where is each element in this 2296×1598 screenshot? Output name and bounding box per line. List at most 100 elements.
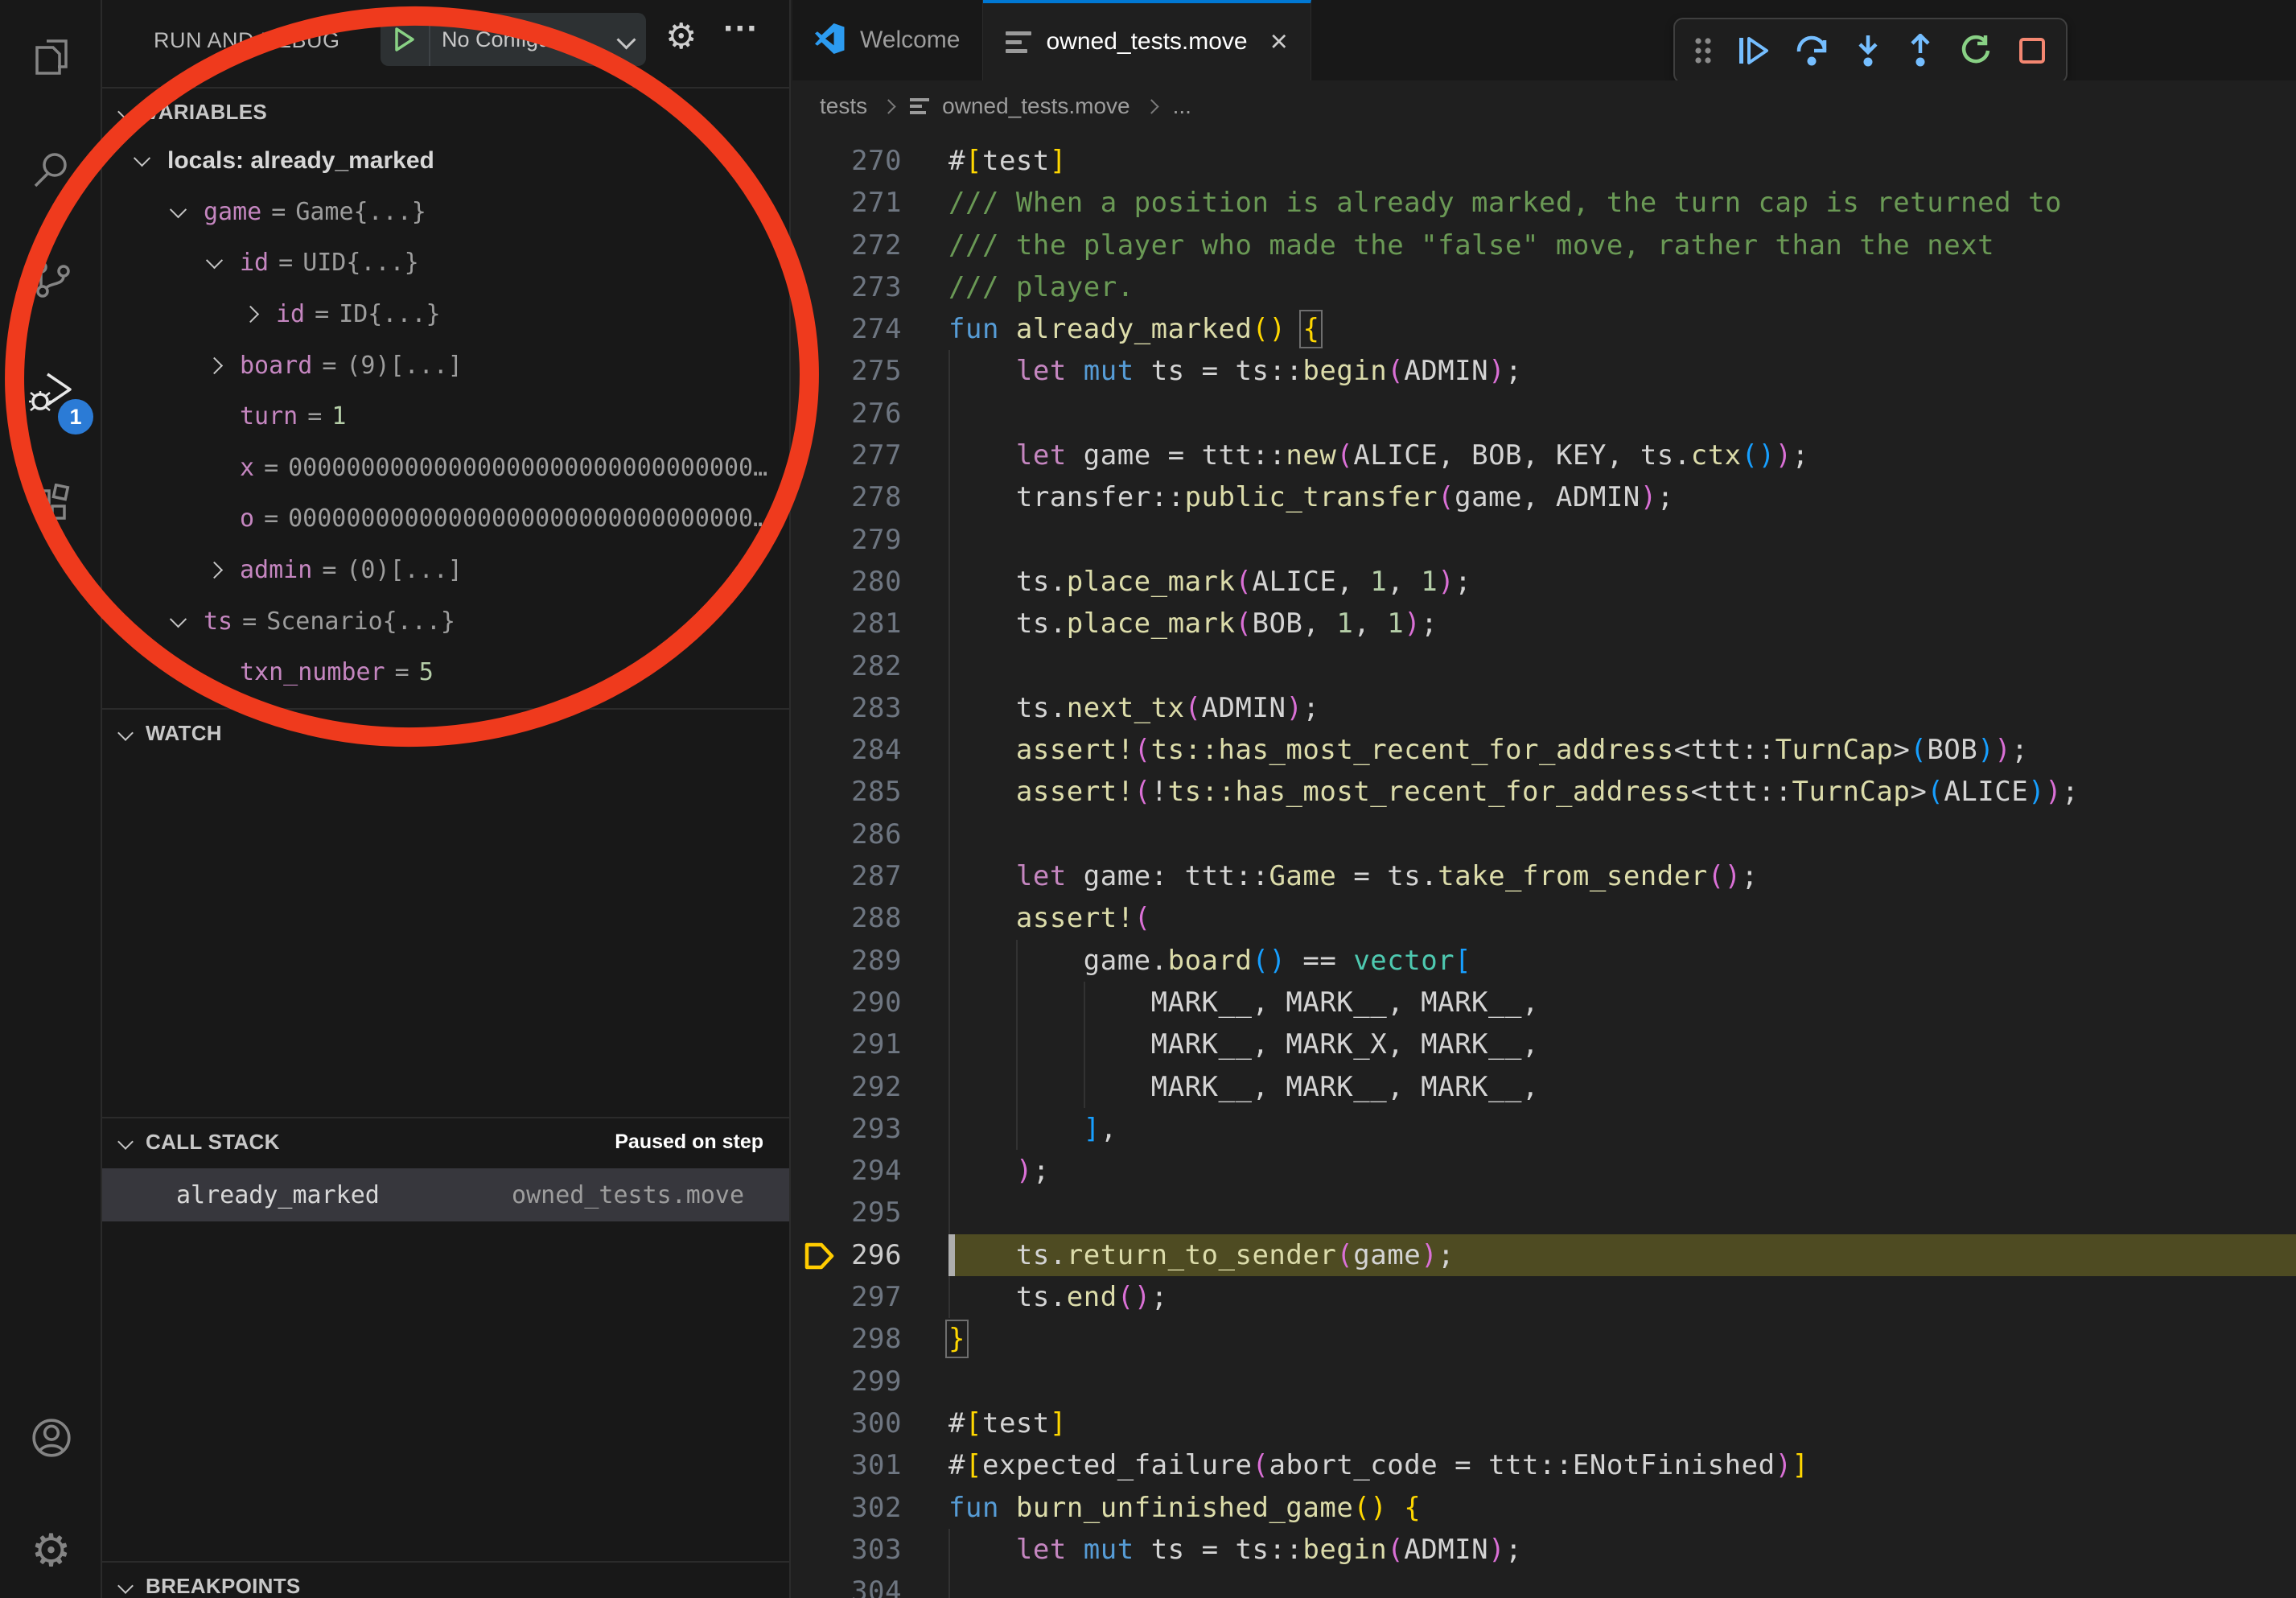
code-line-292[interactable]: 292 MARK__, MARK__, MARK__, [792, 1066, 2296, 1108]
line-number[interactable]: 273 [792, 266, 948, 308]
line-content[interactable]: let mut ts = ts::begin(ADMIN); [948, 1529, 2296, 1571]
chevron-down-icon[interactable] [134, 150, 150, 167]
code-line-301[interactable]: 301#[expected_failure(abort_code = ttt::… [792, 1444, 2296, 1486]
extensions-button[interactable] [0, 462, 102, 550]
line-number[interactable]: 289 [792, 940, 948, 982]
line-number[interactable]: 286 [792, 813, 948, 855]
chevron-down-icon[interactable] [206, 253, 223, 270]
line-content[interactable]: ts.return_to_sender(game); [948, 1234, 2296, 1276]
line-content[interactable]: let mut ts = ts::begin(ADMIN); [948, 350, 2296, 392]
code-line-298[interactable]: 298} [792, 1318, 2296, 1360]
code-line-285[interactable]: 285 assert!(!ts::has_most_recent_for_add… [792, 771, 2296, 813]
close-icon[interactable]: × [1270, 25, 1288, 60]
line-number[interactable]: 270 [792, 140, 948, 182]
code-line-295[interactable]: 295 [792, 1192, 2296, 1234]
line-content[interactable] [948, 519, 2296, 561]
line-content[interactable]: ts.place_mark(BOB, 1, 1); [948, 603, 2296, 645]
breadcrumb-item-tests[interactable]: tests [820, 93, 867, 119]
step-out-icon[interactable] [1906, 34, 1935, 68]
variable-row-x[interactable]: x=00000000000000000000000000000000… [102, 443, 789, 494]
line-number[interactable]: 297 [792, 1276, 948, 1318]
code-line-271[interactable]: 271/// When a position is already marked… [792, 182, 2296, 224]
tab-owned-tests-move[interactable]: owned_tests.move × [983, 0, 1311, 80]
start-debugging-icon[interactable] [381, 13, 430, 66]
code-line-283[interactable]: 283 ts.next_tx(ADMIN); [792, 687, 2296, 729]
line-number[interactable]: 304 [792, 1571, 948, 1598]
call-stack-section-header[interactable]: CALL STACK Paused on step [102, 1117, 789, 1165]
code-line-279[interactable]: 279 [792, 519, 2296, 561]
code-line-273[interactable]: 273/// player. [792, 266, 2296, 308]
code-line-275[interactable]: 275 let mut ts = ts::begin(ADMIN); [792, 350, 2296, 392]
line-content[interactable]: } [948, 1318, 2296, 1360]
line-content[interactable]: fun already_marked() { [948, 308, 2296, 350]
line-number[interactable]: 282 [792, 645, 948, 687]
step-into-icon[interactable] [1854, 34, 1882, 68]
line-content[interactable]: let game = ttt::new(ALICE, BOB, KEY, ts.… [948, 435, 2296, 476]
code-line-299[interactable]: 299 [792, 1361, 2296, 1402]
line-number[interactable]: 275 [792, 350, 948, 392]
variable-row-txn_number[interactable]: txn_number=5 [102, 647, 789, 698]
line-number[interactable]: 291 [792, 1023, 948, 1065]
line-content[interactable] [948, 1361, 2296, 1402]
debug-settings-gear-icon[interactable]: ⚙ [665, 19, 697, 55]
stop-icon[interactable] [2016, 35, 2048, 67]
line-number[interactable]: 294 [792, 1150, 948, 1192]
code-line-276[interactable]: 276 [792, 393, 2296, 435]
line-content[interactable]: ); [948, 1150, 2296, 1192]
variable-row-id[interactable]: id=UID{...} [102, 237, 789, 289]
chevron-right-icon[interactable] [242, 306, 259, 323]
line-number[interactable]: 288 [792, 897, 948, 939]
line-number[interactable]: 281 [792, 603, 948, 645]
breadcrumb-item-file[interactable]: owned_tests.move [942, 93, 1129, 119]
line-number[interactable]: 277 [792, 435, 948, 476]
line-number[interactable]: 278 [792, 476, 948, 518]
variable-row-o[interactable]: o=00000000000000000000000000000000… [102, 493, 789, 545]
variable-row-board[interactable]: board=(9)[...] [102, 340, 789, 391]
line-content[interactable] [948, 645, 2296, 687]
breakpoints-section-header[interactable]: BREAKPOINTS [102, 1561, 789, 1598]
code-line-303[interactable]: 303 let mut ts = ts::begin(ADMIN); [792, 1529, 2296, 1571]
line-number[interactable]: 285 [792, 771, 948, 813]
line-content[interactable]: MARK__, MARK_X, MARK__, [948, 1023, 2296, 1065]
run-and-debug-button[interactable]: 1 [0, 351, 102, 439]
step-over-icon[interactable] [1795, 34, 1830, 68]
code-line-296[interactable]: 296 ts.return_to_sender(game); [792, 1234, 2296, 1276]
code-line-274[interactable]: 274fun already_marked() { [792, 308, 2296, 350]
line-content[interactable]: #[test] [948, 1402, 2296, 1444]
line-number[interactable]: 296 [792, 1234, 948, 1276]
line-content[interactable]: ts.place_mark(ALICE, 1, 1); [948, 561, 2296, 603]
line-content[interactable]: assert!(ts::has_most_recent_for_address<… [948, 729, 2296, 771]
line-number[interactable]: 280 [792, 561, 948, 603]
chevron-down-icon[interactable] [170, 201, 187, 218]
accounts-button[interactable] [0, 1395, 102, 1484]
line-content[interactable] [948, 1571, 2296, 1598]
code-line-280[interactable]: 280 ts.place_mark(ALICE, 1, 1); [792, 561, 2296, 603]
line-content[interactable]: #[test] [948, 140, 2296, 182]
search-button[interactable] [0, 127, 102, 216]
explorer-button[interactable] [0, 14, 102, 103]
line-content[interactable]: MARK__, MARK__, MARK__, [948, 982, 2296, 1023]
line-number[interactable]: 301 [792, 1444, 948, 1486]
line-content[interactable]: /// the player who made the "false" move… [948, 224, 2296, 266]
line-number[interactable]: 300 [792, 1402, 948, 1444]
code-line-272[interactable]: 272/// the player who made the "false" m… [792, 224, 2296, 266]
line-number[interactable]: 272 [792, 224, 948, 266]
variable-row-id[interactable]: id=ID{...} [102, 289, 789, 340]
variables-section-header[interactable]: VARIABLES [102, 87, 789, 135]
code-line-289[interactable]: 289 game.board() == vector[ [792, 940, 2296, 982]
line-content[interactable]: ts.end(); [948, 1276, 2296, 1318]
breadcrumb-item-symbol[interactable]: ... [1173, 93, 1191, 119]
variable-row-ts[interactable]: ts=Scenario{...} [102, 595, 789, 647]
code-line-294[interactable]: 294 ); [792, 1150, 2296, 1192]
code-line-291[interactable]: 291 MARK__, MARK_X, MARK__, [792, 1023, 2296, 1065]
code-line-284[interactable]: 284 assert!(ts::has_most_recent_for_addr… [792, 729, 2296, 771]
line-number[interactable]: 302 [792, 1487, 948, 1529]
line-number[interactable]: 284 [792, 729, 948, 771]
variable-row-turn[interactable]: turn=1 [102, 391, 789, 443]
line-content[interactable] [948, 1192, 2296, 1234]
line-content[interactable]: ], [948, 1108, 2296, 1150]
settings-button[interactable]: ⚙ [0, 1506, 102, 1595]
continue-icon[interactable] [1737, 34, 1771, 68]
code-line-282[interactable]: 282 [792, 645, 2296, 687]
code-line-287[interactable]: 287 let game: ttt::Game = ts.take_from_s… [792, 855, 2296, 897]
